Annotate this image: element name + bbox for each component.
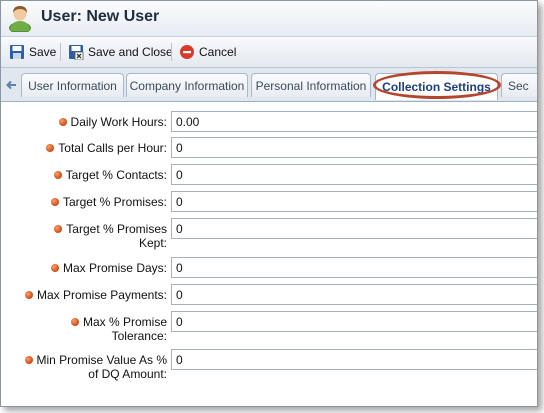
required-dot-icon bbox=[50, 264, 59, 272]
toolbar-divider bbox=[60, 43, 61, 61]
min-promise-value-field[interactable] bbox=[171, 349, 537, 370]
target-contacts-field[interactable] bbox=[171, 164, 537, 185]
tab-personal-information[interactable]: Personal Information bbox=[251, 73, 371, 97]
field-label: Daily Work Hours: bbox=[58, 115, 167, 129]
max-promise-tolerance-field[interactable] bbox=[171, 311, 537, 332]
field-label: Max % Promise Tolerance: bbox=[70, 315, 167, 343]
required-dot-icon bbox=[53, 171, 62, 179]
field-label: Target % Promises: bbox=[50, 195, 167, 209]
tab-user-information[interactable]: User Information bbox=[21, 73, 124, 97]
total-calls-per-hour-field[interactable] bbox=[171, 137, 537, 158]
field-label: Target % Promises Kept: bbox=[54, 222, 167, 250]
save-and-close-label: Save and Close bbox=[88, 45, 173, 59]
collection-settings-form: Daily Work Hours: Total Calls per Hour: … bbox=[1, 102, 537, 406]
required-dot-icon bbox=[58, 118, 67, 126]
page-title: User: New User bbox=[41, 8, 160, 25]
required-dot-icon bbox=[54, 225, 63, 233]
field-label: Max Promise Days: bbox=[50, 261, 167, 275]
required-dot-icon bbox=[70, 318, 79, 326]
tab-company-information[interactable]: Company Information bbox=[126, 73, 248, 97]
toolbar: Save Save and Close Cancel bbox=[1, 37, 537, 68]
field-label: Max Promise Payments: bbox=[24, 288, 167, 302]
save-close-icon bbox=[69, 45, 84, 60]
target-promises-kept-field[interactable] bbox=[171, 218, 537, 239]
cancel-button[interactable]: Cancel bbox=[179, 43, 236, 61]
required-dot-icon bbox=[24, 356, 33, 364]
max-promise-payments-field[interactable] bbox=[171, 284, 537, 305]
save-icon bbox=[10, 45, 24, 59]
required-dot-icon bbox=[24, 291, 33, 299]
back-arrow-icon[interactable] bbox=[5, 79, 17, 91]
highlight-ring bbox=[373, 71, 501, 99]
toolbar-divider bbox=[171, 43, 172, 61]
window: User: New User Save Save and Close Cance… bbox=[0, 0, 538, 407]
field-label: Min Promise Value As % of DQ Amount: bbox=[24, 353, 167, 381]
user-icon bbox=[9, 6, 31, 32]
field-label: Total Calls per Hour: bbox=[46, 141, 167, 155]
save-label: Save bbox=[29, 45, 57, 59]
save-and-close-button[interactable]: Save and Close bbox=[68, 43, 173, 61]
field-label: Target % Contacts: bbox=[53, 168, 167, 182]
tab-security[interactable]: Sec bbox=[501, 73, 537, 97]
daily-work-hours-field[interactable] bbox=[171, 111, 537, 132]
save-button[interactable]: Save bbox=[9, 43, 56, 61]
required-dot-icon bbox=[50, 198, 59, 206]
cancel-icon bbox=[180, 45, 194, 59]
target-promises-field[interactable] bbox=[171, 191, 537, 212]
required-dot-icon bbox=[46, 144, 55, 152]
cancel-label: Cancel bbox=[199, 45, 237, 59]
title-bar: User: New User bbox=[1, 1, 537, 37]
max-promise-days-field[interactable] bbox=[171, 257, 537, 278]
